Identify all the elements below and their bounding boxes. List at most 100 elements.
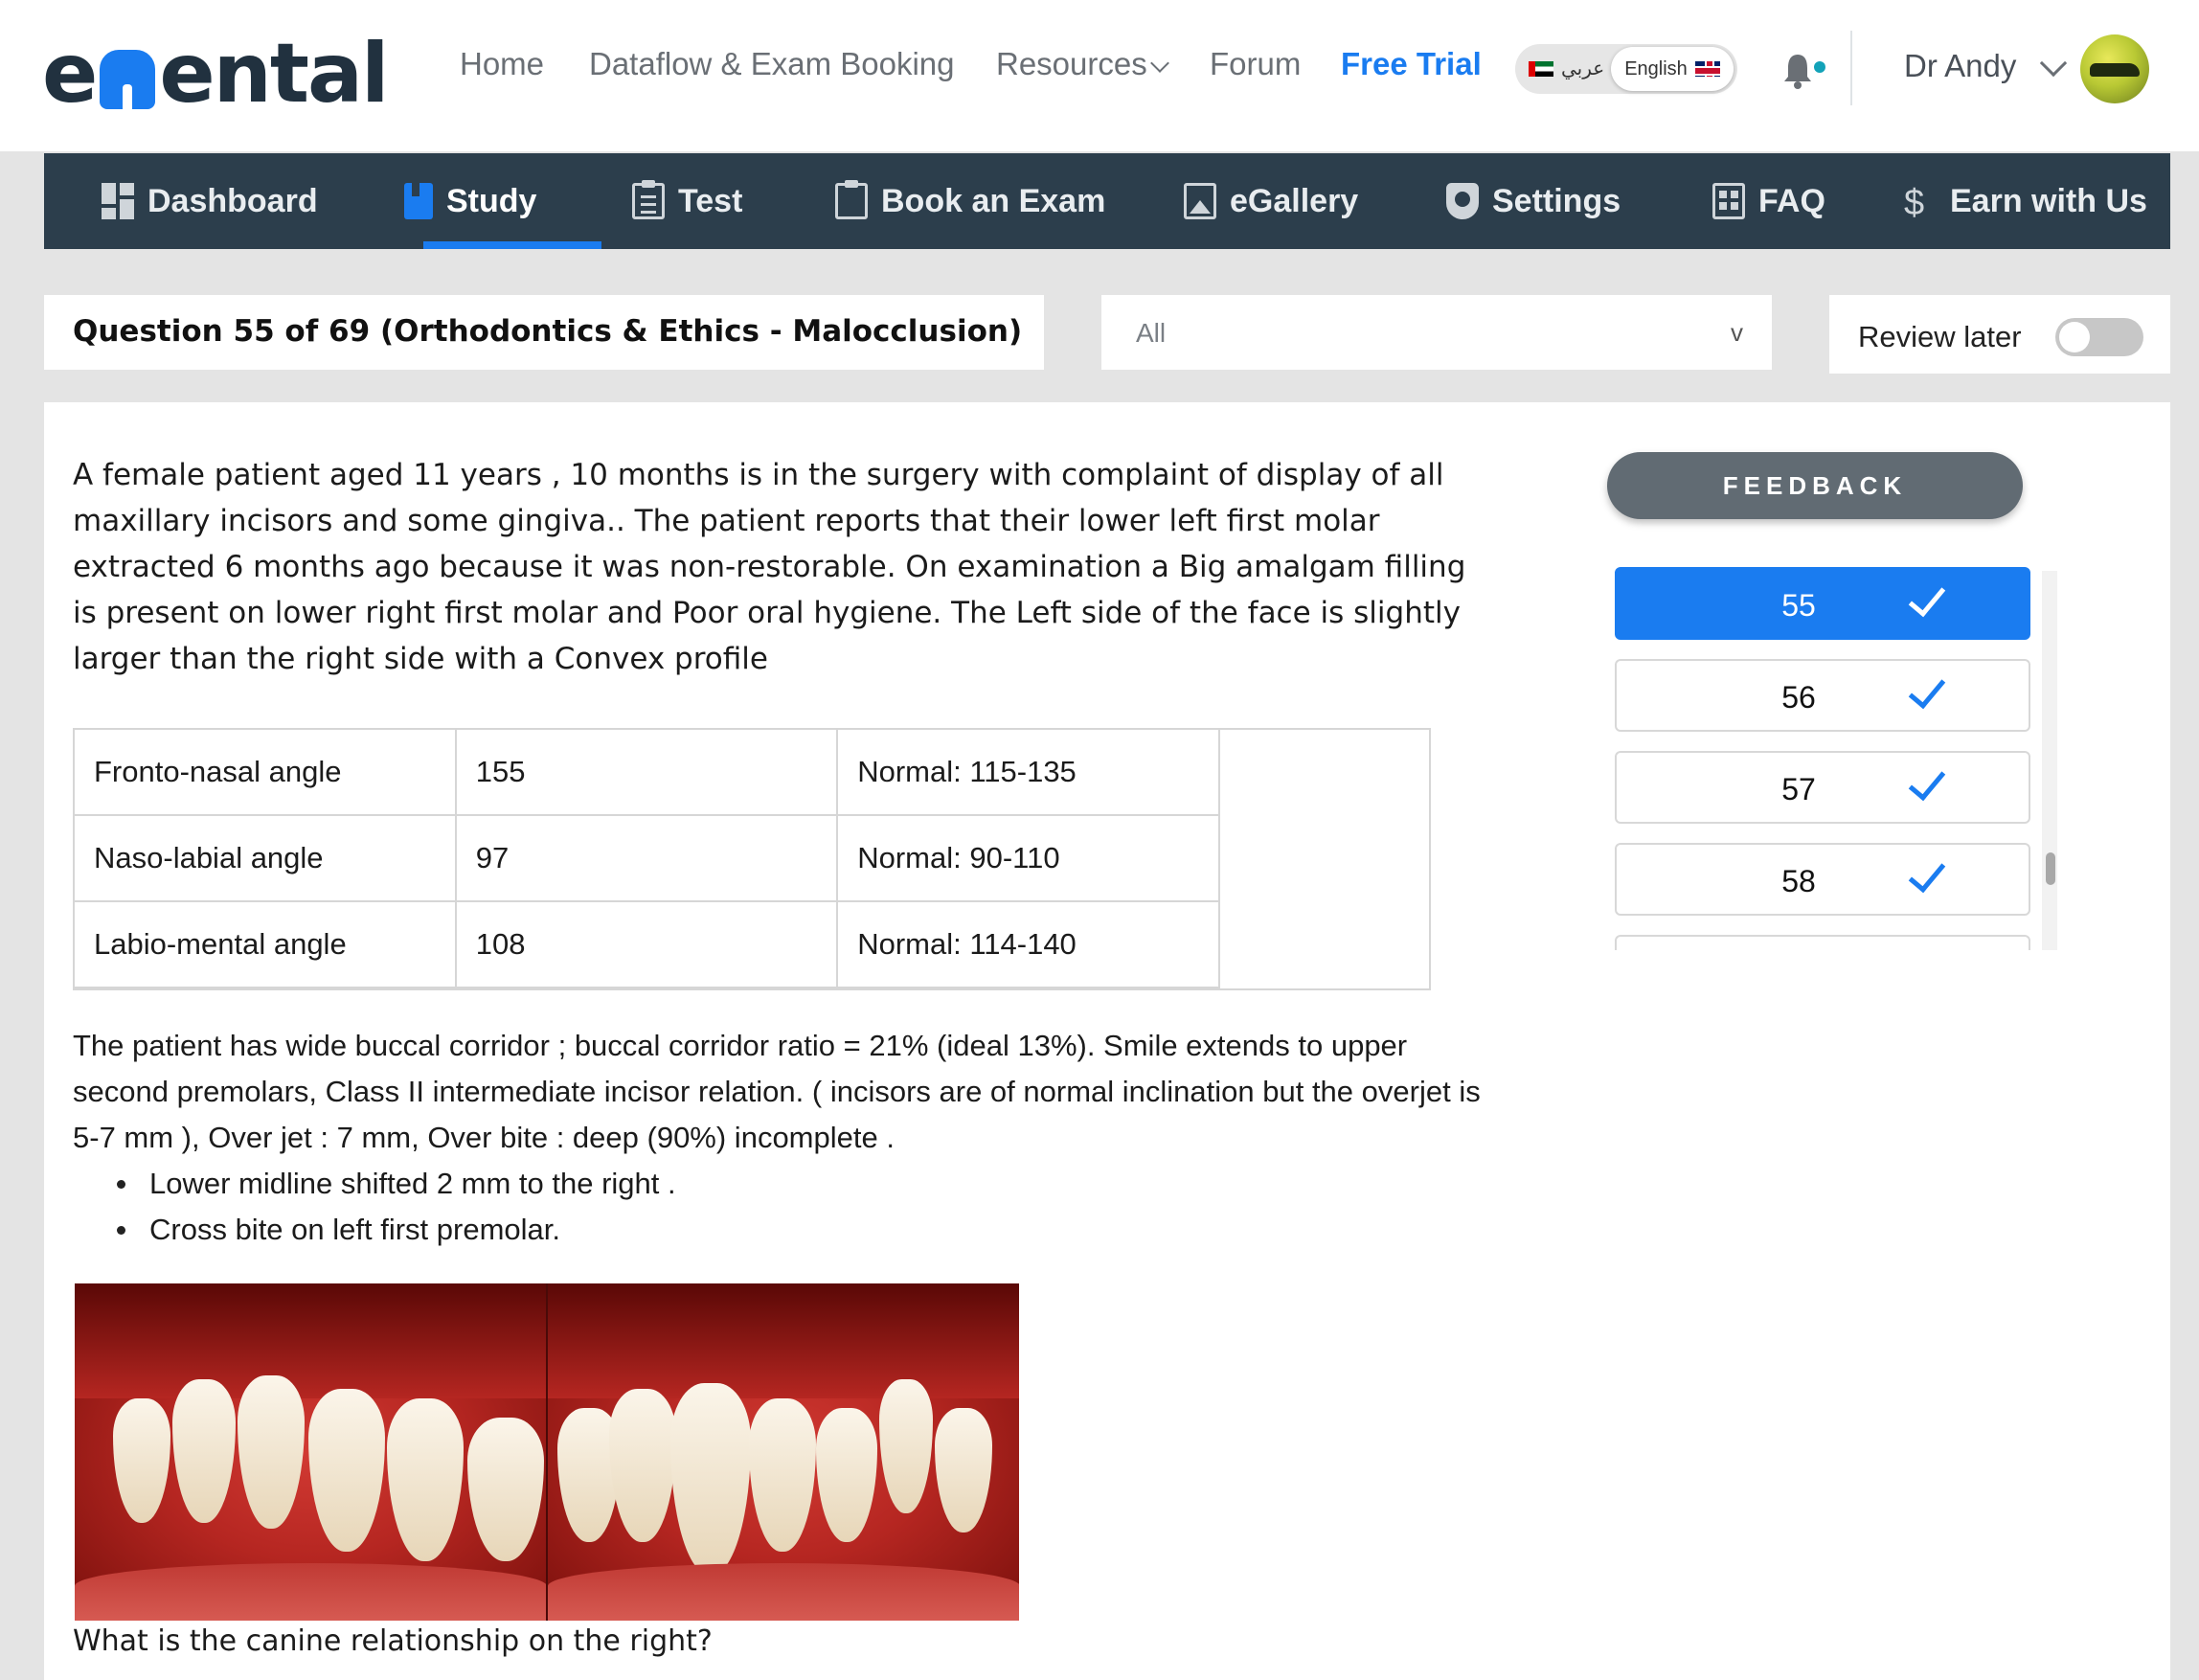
language-english-label: English [1624,57,1688,79]
shield-icon [1446,183,1479,219]
gingiva [548,1283,1019,1398]
logo-prefix: e [42,26,98,122]
tab-egallery[interactable]: eGallery [1184,153,1358,249]
edental-logo[interactable]: e ental [42,21,390,126]
tooth [387,1398,464,1561]
nav-free-trial-link[interactable]: Free Trial [1341,46,1482,82]
intraoral-photo[interactable] [75,1283,1019,1621]
header-divider [1850,31,1852,105]
question-item-58[interactable]: 58 [1615,843,2030,916]
angles-table: Fronto-nasal angle 155 Normal: 115-135 N… [73,728,1220,988]
review-later-toggle[interactable] [2055,318,2143,356]
question-item-55[interactable]: 55 [1615,567,2030,640]
bell-icon[interactable] [1781,52,1814,90]
angle-value: 155 [454,728,839,816]
question-title-bar: Question 55 of 69 (Orthodontics & Ethics… [44,295,1044,370]
question-title: Question 55 of 69 (Orthodontics & Ethics… [73,314,1023,349]
tab-study-label: Study [446,182,537,219]
tooth [238,1375,305,1529]
clipboard-icon [632,180,665,219]
list-item: Cross bite on left first premolar. [117,1207,1490,1253]
tab-book-exam[interactable]: Book an Exam [835,153,1105,249]
lower-lip [548,1563,1019,1621]
angle-normal: Normal: 115-135 [836,728,1220,816]
angle-value: 97 [454,814,839,902]
tooth [670,1383,751,1575]
tab-settings[interactable]: Settings [1446,153,1621,249]
findings-list: Lower midline shifted 2 mm to the right … [117,1161,1490,1253]
tooth [172,1379,236,1523]
nav-dataflow-link[interactable]: Dataflow & Exam Booking [589,46,955,82]
chevron-down-icon [1149,54,1169,73]
feedback-button[interactable]: FEEDBACK [1607,452,2023,519]
dashboard-icon [102,183,134,219]
table-row: Fronto-nasal angle 155 Normal: 115-135 [73,728,1220,816]
question-item-57[interactable]: 57 [1615,751,2030,824]
image-icon [1184,183,1216,219]
question-item-next[interactable] [1615,935,2030,950]
tab-settings-label: Settings [1492,182,1621,219]
question-navigator: 55 56 57 58 [1615,567,2036,950]
language-english[interactable]: English [1611,47,1734,91]
scrollbar-thumb[interactable] [2046,852,2055,885]
main-nav: Dashboard Study Test Book an Exam eGalle… [44,153,2170,249]
tab-test[interactable]: Test [632,153,742,249]
nav-resources-label: Resources [996,46,1147,81]
filter-select[interactable]: All v [1101,295,1772,370]
question-intro: A female patient aged 11 years , 10 mont… [73,458,1466,676]
angle-normal: Normal: 114-140 [836,900,1220,988]
tab-earn-label: Earn with Us [1950,182,2147,219]
nav-forum-link[interactable]: Forum [1210,46,1301,82]
avatar[interactable] [2080,34,2149,103]
filter-value: All [1136,318,1167,348]
nav-home-link[interactable]: Home [460,46,544,82]
tab-earn[interactable]: $ Earn with Us [1904,153,2147,249]
tooth [308,1389,385,1552]
review-later-label: Review later [1858,320,2022,353]
logo-suffix: ental [159,26,389,122]
tooth-logo-icon [100,50,156,109]
question-list-scrollbar[interactable] [2042,571,2057,950]
tooth [935,1408,992,1532]
language-toggle[interactable]: عربي English [1515,44,1737,94]
user-name[interactable]: Dr Andy [1904,48,2016,84]
table-row: Labio-mental angle 108 Normal: 114-140 [73,900,1220,988]
top-header: e ental Home Dataflow & Exam Booking Res… [0,0,2199,151]
tab-dashboard-label: Dashboard [147,182,318,219]
tooth [749,1398,816,1552]
tab-faq[interactable]: FAQ [1712,153,1825,249]
tab-faq-label: FAQ [1758,182,1825,219]
question-panel: A female patient aged 11 years , 10 mont… [44,402,2170,1680]
tab-dashboard[interactable]: Dashboard [102,153,318,249]
nav-resources-link[interactable]: Resources [996,46,1169,82]
tooth [816,1408,877,1542]
tooth [879,1379,933,1513]
active-tab-indicator [423,241,601,249]
language-arabic-label: عربي [1561,58,1605,79]
findings-text: The patient has wide buccal corridor ; b… [73,1029,1481,1154]
photo-right-view [75,1283,547,1621]
clipboard-icon [835,180,868,219]
angle-name: Labio-mental angle [73,900,457,988]
question-item-56[interactable]: 56 [1615,659,2030,732]
clinical-findings: The patient has wide buccal corridor ; b… [73,1023,1490,1253]
language-arabic[interactable]: عربي [1529,57,1604,80]
gingiva [75,1283,547,1398]
angle-value: 108 [454,900,839,988]
uk-flag-icon [1694,61,1720,77]
tab-study[interactable]: Study [404,153,536,249]
tooth [113,1398,170,1523]
chevron-down-icon: v [1731,318,1743,347]
tab-test-label: Test [678,182,743,219]
angle-normal: Normal: 90-110 [836,814,1220,902]
tooth [467,1418,544,1561]
tab-book-exam-label: Book an Exam [881,182,1106,219]
user-menu-chevron-icon[interactable] [2039,49,2068,78]
question-prompt: What is the canine relationship on the r… [73,1624,713,1658]
list-item: Lower midline shifted 2 mm to the right … [117,1161,1490,1207]
angle-name: Naso-labial angle [73,814,457,902]
review-later-bar: Review later [1829,295,2170,374]
notification-dot [1814,61,1825,73]
tooth [609,1389,676,1542]
tab-egallery-label: eGallery [1230,182,1359,219]
